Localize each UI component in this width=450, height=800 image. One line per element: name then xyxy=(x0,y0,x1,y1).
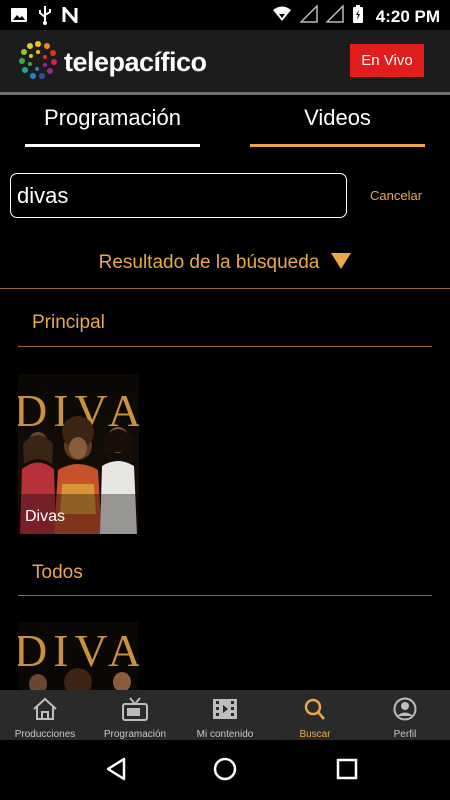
section-title-todos: Todos xyxy=(32,562,83,583)
divas-poster-image: DIVAS xyxy=(18,622,139,690)
app-header: telepacífico En Vivo xyxy=(0,30,450,92)
video-thumbnail-divas[interactable]: DIVAS Divas xyxy=(18,374,139,534)
section-divider xyxy=(18,346,432,347)
profile-icon xyxy=(391,697,419,726)
clock: 4:20 PM xyxy=(375,6,440,26)
video-thumbnail[interactable]: DIVAS xyxy=(18,622,139,690)
film-icon xyxy=(211,697,239,726)
back-icon[interactable] xyxy=(105,757,127,786)
brand-logo[interactable]: telepacífico xyxy=(18,40,207,85)
system-navigation-bar xyxy=(0,740,450,800)
nav-label: Producciones xyxy=(14,729,76,740)
image-icon xyxy=(10,7,28,28)
recents-icon[interactable] xyxy=(336,757,358,786)
section-title-principal: Principal xyxy=(32,312,105,333)
status-bar: 4:20 PM xyxy=(0,0,450,30)
signal-icon xyxy=(298,4,318,28)
live-button[interactable]: En Vivo xyxy=(350,44,424,77)
battery-charging-icon xyxy=(352,4,364,29)
usb-icon xyxy=(38,5,52,30)
bottom-navigation: Producciones Programación Mi contenido B… xyxy=(0,690,450,740)
nav-item-buscar[interactable]: Buscar xyxy=(270,690,360,740)
results-toggle[interactable]: Resultado de la búsqueda xyxy=(0,252,450,274)
results-divider xyxy=(0,288,450,289)
cancel-button[interactable]: Cancelar xyxy=(370,188,422,203)
brand-name: telepacífico xyxy=(64,47,207,77)
nav-item-producciones[interactable]: Producciones xyxy=(0,690,90,740)
nav-item-perfil[interactable]: Perfil xyxy=(360,690,450,740)
triangle-down-icon xyxy=(331,252,352,274)
search-input[interactable] xyxy=(10,173,347,218)
nav-label: Programación xyxy=(103,729,167,740)
search-icon xyxy=(301,697,329,726)
home-circle-icon[interactable] xyxy=(213,757,237,786)
nav-item-mi-contenido[interactable]: Mi contenido xyxy=(180,690,270,740)
nav-item-programacion[interactable]: Programación xyxy=(90,690,180,740)
nav-label: Mi contenido xyxy=(196,729,254,740)
section-divider xyxy=(18,595,432,596)
home-icon xyxy=(31,697,59,726)
n-icon xyxy=(62,3,78,28)
telepacifico-logo-icon xyxy=(18,40,58,85)
results-label: Resultado de la búsqueda xyxy=(98,252,320,273)
video-caption: Divas xyxy=(25,508,66,525)
tab-programacion[interactable]: Programación xyxy=(25,105,200,147)
nav-label: Buscar xyxy=(299,729,331,740)
nav-label: Perfil xyxy=(393,729,417,740)
tv-icon xyxy=(121,697,149,726)
wifi-icon xyxy=(272,6,292,27)
tab-videos[interactable]: Videos xyxy=(250,105,425,147)
signal-icon xyxy=(324,4,344,28)
header-divider xyxy=(0,92,450,95)
